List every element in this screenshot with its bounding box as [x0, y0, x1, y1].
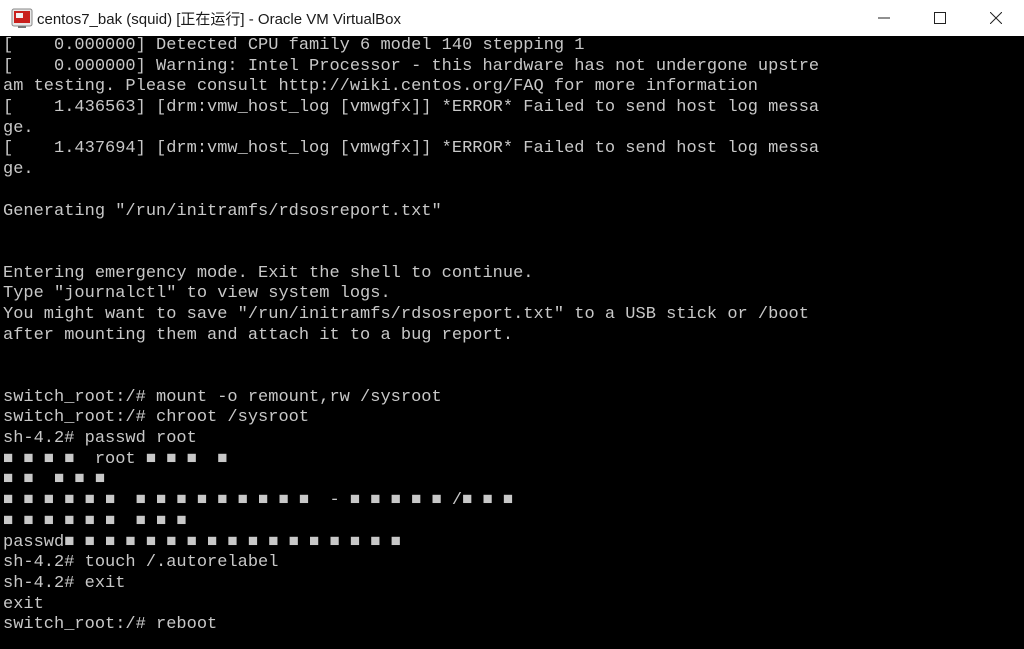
console-line: [ 1.437694] [drm:vmw_host_log [vmwgfx]] … [3, 139, 820, 159]
console-line: switch_root:/# chroot /sysroot [3, 408, 310, 428]
console-line: Entering emergency mode. Exit the shell … [3, 263, 534, 283]
minimize-icon [878, 17, 890, 19]
console-line: sh-4.2# exit [3, 573, 126, 593]
maximize-icon [934, 12, 946, 24]
console-line: passwd■ ■ ■ ■ ■ ■ ■ ■ ■ ■ ■ ■ ■ ■ ■ ■ ■ [3, 532, 401, 552]
console-line: exit [3, 594, 44, 614]
virtualbox-window: centos7_bak (squid) [正在运行] - Oracle VM V… [0, 0, 1024, 649]
console-line: after mounting them and attach it to a b… [3, 325, 514, 345]
title-bar[interactable]: centos7_bak (squid) [正在运行] - Oracle VM V… [0, 0, 1024, 36]
console-line: ■ ■ ■ ■ ■ [3, 470, 106, 490]
window-controls [856, 0, 1024, 36]
console-line: sh-4.2# touch /.autorelabel [3, 553, 279, 573]
console-line: am testing. Please consult http://wiki.c… [3, 77, 758, 97]
console-line: ■ ■ ■ ■ ■ ■ ■ ■ ■ ■ ■ ■ ■ ■ ■ - ■ ■ ■ ■ … [3, 491, 514, 511]
console-line: [ 0.000000] Detected CPU family 6 model … [3, 36, 585, 55]
console-line: You might want to save "/run/initramfs/r… [3, 304, 809, 324]
console-line: ■ ■ ■ ■ root ■ ■ ■ ■ [3, 449, 228, 469]
console-line: switch_root:/# reboot [3, 615, 218, 635]
console-line: sh-4.2# passwd root [3, 429, 197, 449]
console-line: switch_root:/# mount -o remount,rw /sysr… [3, 387, 442, 407]
console-line: [ 0.000000] Warning: Intel Processor - t… [3, 56, 820, 76]
console-line: ge. [3, 160, 34, 180]
console-line: ge. [3, 118, 34, 138]
maximize-button[interactable] [912, 0, 968, 36]
console-line: [ 1.436563] [drm:vmw_host_log [vmwgfx]] … [3, 98, 820, 118]
console-line: Type "journalctl" to view system logs. [3, 284, 391, 304]
close-icon [990, 12, 1002, 24]
virtualbox-app-icon[interactable] [11, 7, 33, 29]
console-line: ■ ■ ■ ■ ■ ■ ■ ■ ■ [3, 511, 187, 531]
close-button[interactable] [968, 0, 1024, 36]
window-title: centos7_bak (squid) [正在运行] - Oracle VM V… [37, 10, 402, 28]
console-line: Generating "/run/initramfs/rdsosreport.t… [3, 201, 442, 221]
console-output: [ 0.000000] Detected CPU family 6 model … [3, 36, 819, 636]
vm-console-screen[interactable]: [ 0.000000] Detected CPU family 6 model … [0, 36, 1024, 649]
minimize-button[interactable] [856, 0, 912, 36]
